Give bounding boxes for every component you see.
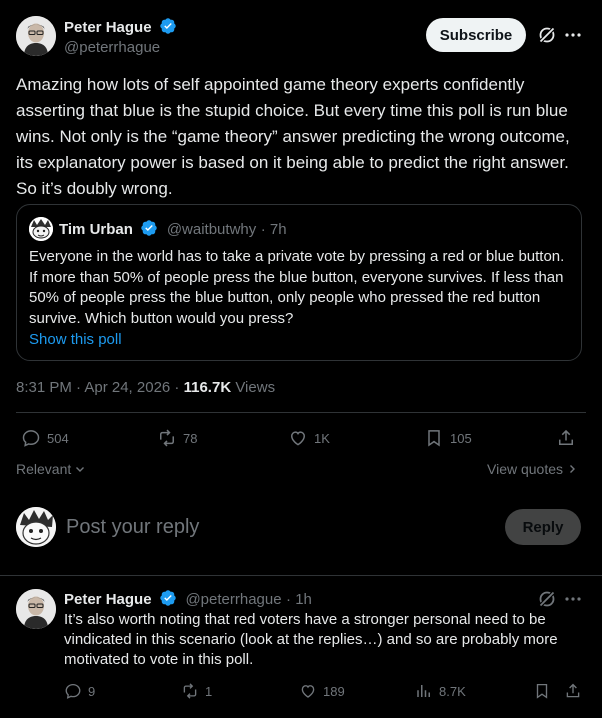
bookmark-icon[interactable] bbox=[533, 682, 551, 700]
verified-badge-icon bbox=[160, 590, 176, 606]
subscribe-button[interactable]: Subscribe bbox=[426, 18, 526, 52]
repost-icon bbox=[183, 683, 197, 699]
heart-icon bbox=[290, 431, 306, 446]
reply-button[interactable]: Reply bbox=[505, 509, 581, 545]
share-action[interactable] bbox=[556, 428, 576, 448]
views-count: 116.7K bbox=[183, 379, 232, 396]
bookmark-action[interactable]: 105 bbox=[424, 428, 472, 448]
quote-author-name[interactable]: Tim Urban bbox=[59, 221, 133, 238]
repost-action[interactable]: 78 bbox=[157, 428, 197, 448]
chevron-right-icon bbox=[569, 465, 575, 473]
sort-dropdown[interactable]: Relevant bbox=[16, 461, 85, 477]
view-quotes-link[interactable]: View quotes bbox=[487, 461, 577, 477]
chevron-down-icon bbox=[76, 467, 85, 472]
reply-input[interactable]: Post your reply bbox=[66, 516, 486, 539]
bookmark-icon bbox=[428, 430, 440, 447]
repost-count: 78 bbox=[183, 430, 198, 446]
quoted-post[interactable]: Tim Urban @waitbutwhy · 7h Everyone in t… bbox=[16, 204, 582, 361]
quote-header: Tim Urban @waitbutwhy · 7h bbox=[59, 219, 287, 239]
post-text: Amazing how lots of self appointed game … bbox=[16, 75, 570, 198]
reply-post-views-action[interactable]: 8.7K bbox=[415, 682, 466, 700]
quote-time: · 7h bbox=[260, 221, 287, 238]
reply-post-reply-count: 9 bbox=[88, 683, 96, 699]
verified-badge-icon bbox=[160, 18, 176, 34]
reply-post-like-action[interactable]: 189 bbox=[299, 682, 345, 700]
share-icon bbox=[559, 429, 573, 445]
reply-time: · 1h bbox=[286, 591, 312, 608]
reply-icon bbox=[65, 683, 81, 699]
reply-header: Peter Hague @peterrhague · 1h bbox=[64, 589, 312, 609]
analytics-icon bbox=[417, 685, 430, 697]
author-handle[interactable]: @peterrhague bbox=[64, 39, 177, 56]
share-icon[interactable] bbox=[564, 682, 582, 700]
grok-icon[interactable] bbox=[537, 25, 557, 45]
reply-post-repost-action[interactable]: 1 bbox=[181, 682, 212, 700]
quote-author-avatar[interactable] bbox=[29, 217, 53, 241]
views-label: Views bbox=[235, 379, 276, 396]
reply-post-repost-count: 1 bbox=[205, 683, 213, 699]
like-count: 1K bbox=[314, 430, 330, 446]
verified-badge-icon bbox=[141, 220, 158, 236]
reply-author-handle[interactable]: @peterrhague bbox=[185, 591, 281, 608]
reply-post-views-count: 8.7K bbox=[439, 683, 466, 699]
current-user-avatar[interactable] bbox=[16, 507, 56, 547]
reply-post-reply-action[interactable]: 9 bbox=[64, 682, 95, 700]
heart-icon bbox=[301, 685, 315, 698]
like-action[interactable]: 1K bbox=[288, 428, 330, 448]
reply-count: 504 bbox=[47, 430, 69, 446]
sort-label: Relevant bbox=[16, 461, 72, 477]
reply-author-name[interactable]: Peter Hague bbox=[64, 591, 152, 608]
post-timestamp[interactable]: 8:31 PM · Apr 24, 2026 · bbox=[16, 379, 179, 396]
reply-text: It’s also worth noting that red voters h… bbox=[64, 611, 558, 668]
author-info: Peter Hague @peterrhague bbox=[64, 17, 177, 56]
reply-post-like-count: 189 bbox=[323, 683, 345, 699]
show-poll-link[interactable]: Show this poll bbox=[29, 331, 122, 348]
quote-text: Everyone in the world has to take a priv… bbox=[29, 248, 565, 327]
more-options-icon[interactable] bbox=[564, 26, 582, 44]
repost-icon bbox=[160, 429, 174, 447]
author-avatar[interactable] bbox=[16, 16, 56, 56]
divider bbox=[16, 412, 586, 413]
more-options-icon[interactable] bbox=[564, 590, 582, 608]
divider bbox=[0, 575, 602, 576]
view-quotes-label: View quotes bbox=[487, 461, 564, 477]
author-name[interactable]: Peter Hague bbox=[64, 19, 152, 36]
bookmark-count: 105 bbox=[450, 430, 472, 446]
reply-action[interactable]: 504 bbox=[21, 428, 69, 448]
quote-author-handle[interactable]: @waitbutwhy bbox=[167, 221, 256, 238]
grok-icon[interactable] bbox=[537, 589, 557, 609]
reply-icon bbox=[22, 430, 40, 447]
reply-author-avatar[interactable] bbox=[16, 589, 56, 629]
post-meta: 8:31 PM · Apr 24, 2026 · 116.7K Views bbox=[16, 379, 275, 396]
